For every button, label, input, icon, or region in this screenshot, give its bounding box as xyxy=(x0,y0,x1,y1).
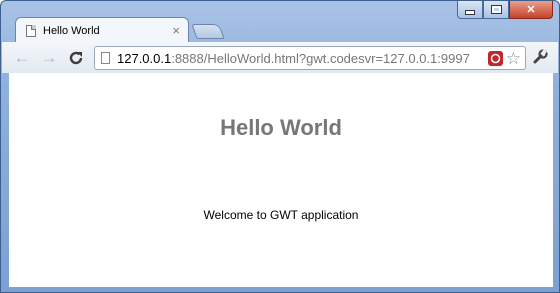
tab-hello-world[interactable]: Hello World × xyxy=(15,17,189,43)
url-host: 127.0.0.1 xyxy=(117,50,172,66)
minimize-button[interactable] xyxy=(457,1,483,19)
welcome-message: Welcome to GWT application xyxy=(203,208,359,222)
close-icon: ✕ xyxy=(526,4,536,16)
browser-toolbar: ← → 127.0.0.1:8888/HelloWorld.html?gwt.c… xyxy=(2,42,558,74)
back-button[interactable]: ← xyxy=(12,48,32,68)
bookmark-star-icon[interactable]: ☆ xyxy=(506,50,521,67)
forward-arrow-icon: → xyxy=(40,48,58,67)
document-icon xyxy=(26,24,36,37)
wrench-menu-button[interactable] xyxy=(532,49,548,69)
url-text[interactable]: 127.0.0.1:8888/HelloWorld.html?gwt.codes… xyxy=(117,51,488,66)
page-content: Hello World Welcome to GWT application xyxy=(9,73,553,287)
reload-button[interactable] xyxy=(66,48,86,68)
wrench-icon xyxy=(533,49,548,64)
gwt-extension-icon[interactable] xyxy=(487,50,503,66)
gwt-logo-icon xyxy=(490,53,500,63)
new-tab-button[interactable] xyxy=(191,24,225,39)
minimize-icon xyxy=(465,10,475,15)
tab-title: Hello World xyxy=(43,24,100,37)
back-arrow-icon: ← xyxy=(13,48,31,67)
window-controls: ✕ xyxy=(457,1,553,19)
reload-icon xyxy=(69,51,83,65)
maximize-button[interactable] xyxy=(483,1,509,19)
page-icon xyxy=(101,52,110,64)
maximize-icon xyxy=(490,5,502,14)
address-bar[interactable]: 127.0.0.1:8888/HelloWorld.html?gwt.codes… xyxy=(94,46,526,70)
close-window-button[interactable]: ✕ xyxy=(509,1,553,19)
forward-button[interactable]: → xyxy=(39,48,59,68)
browser-window: ✕ Hello World × ← → 127.0.0.1:8888/Hello… xyxy=(0,0,560,293)
tab-close-icon[interactable]: × xyxy=(172,23,180,38)
url-path: :8888/HelloWorld.html?gwt.codesvr=127.0.… xyxy=(171,50,470,66)
page-heading: Hello World xyxy=(220,115,342,140)
